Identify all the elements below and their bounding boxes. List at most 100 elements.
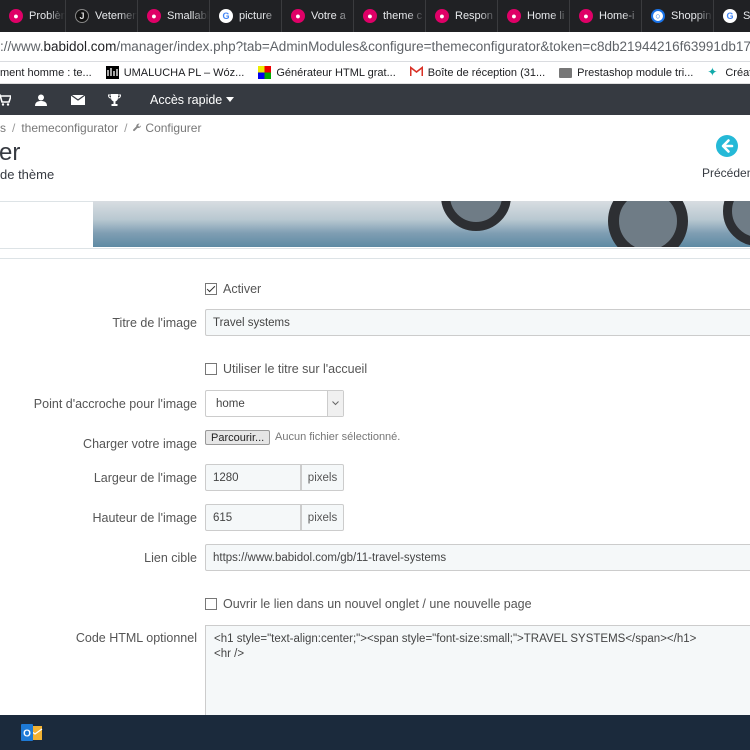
bookmark-item[interactable]: ✦ Création SCI | Lega: [707, 66, 750, 79]
browser-tab[interactable]: ● Votre a: [282, 0, 354, 32]
back-label: Précédent: [702, 166, 750, 180]
browser-tab[interactable]: ● theme c: [354, 0, 426, 32]
prestashop-icon: ●: [435, 9, 449, 23]
arrow-left-circle-icon: [716, 135, 738, 157]
browser-tab-bar: ●ProblèmeJVetements●SmallableGpicture●Vo…: [0, 0, 750, 32]
width-label: Largeur de l'image: [93, 471, 197, 485]
outlook-icon[interactable]: O: [20, 721, 44, 745]
browser-tab[interactable]: Gpicture: [210, 0, 282, 32]
use-title-checkbox-row[interactable]: Utiliser le titre sur l'accueil: [205, 362, 367, 376]
active-checkbox-row[interactable]: Activer: [205, 282, 261, 296]
trophy-icon[interactable]: [107, 93, 122, 106]
browser-tab-title: Problème: [29, 10, 65, 22]
stroller-wheel: [723, 201, 750, 246]
bookmarks-bar: ment homme : te... UMALUCHA PL – Wóz... Gé…: [0, 62, 750, 84]
browser-tab-title: Shoppin: [671, 10, 712, 22]
user-icon[interactable]: [33, 93, 48, 106]
browser-tab[interactable]: ● Home-i: [570, 0, 642, 32]
bookmark-label: ment homme : te...: [0, 66, 92, 79]
prestashop-icon: ●: [147, 9, 161, 23]
wrench-icon: [133, 121, 142, 135]
browser-tab-title: Se: [743, 10, 750, 22]
breadcrumb: s / themeconfigurator / Configurer: [0, 121, 201, 135]
hook-label: Point d'accroche pour l'image: [33, 397, 197, 411]
shopping-icon: ○: [651, 9, 665, 23]
target-link-input[interactable]: https://www.babidol.com/gb/11-travel-sys…: [205, 544, 750, 571]
bookmark-item[interactable]: UMALUCHA PL – Wóz...: [105, 66, 245, 79]
width-input[interactable]: 1280: [205, 464, 301, 491]
breadcrumb-separator: /: [124, 121, 128, 135]
section-divider: [0, 258, 750, 259]
bookmark-label: Prestashop module tri...: [577, 66, 694, 79]
generator-icon: [258, 66, 272, 79]
gmail-icon: [409, 65, 423, 79]
cart-icon[interactable]: [0, 93, 11, 106]
browser-tab[interactable]: J Vetements: [66, 0, 138, 32]
page-subtitle: de thème: [0, 167, 55, 182]
browser-tab-title: Smallable: [167, 10, 209, 22]
active-label: Activer: [223, 282, 262, 296]
address-bar[interactable]: ://www. babidol.com/manager/index.php?tab…: [0, 32, 750, 62]
image-preview: [93, 201, 750, 247]
url-prefix: ://www.: [0, 39, 44, 54]
dark-logo-icon: J: [75, 9, 89, 23]
active-checkbox[interactable]: [205, 283, 217, 295]
quick-access-menu[interactable]: Accès rapide: [150, 92, 235, 107]
use-title-label: Utiliser le titre sur l'accueil: [223, 362, 368, 376]
html-code-label: Code HTML optionnel: [75, 631, 197, 645]
google-icon: G: [723, 9, 737, 23]
breadcrumb-separator: /: [12, 121, 16, 135]
target-link-label: Lien cible: [144, 551, 197, 565]
html-code-textarea[interactable]: <h1 style="text-align:center;"><span sty…: [205, 625, 750, 725]
height-input[interactable]: 615: [205, 504, 301, 531]
new-tab-checkbox-row[interactable]: Ouvrir le lien dans un nouvel onglet / u…: [205, 597, 532, 611]
browse-button[interactable]: Parcourir...: [205, 430, 271, 445]
browser-tab[interactable]: ● Smallable: [138, 0, 210, 32]
browser-tab[interactable]: ● Respon: [426, 0, 498, 32]
page-title: er: [0, 139, 21, 166]
caret-down-icon: [226, 97, 235, 102]
bookmark-item[interactable]: ment homme : te...: [0, 67, 92, 79]
browser-tab-title: Home-i: [599, 10, 635, 22]
svg-text:O: O: [23, 729, 31, 740]
breadcrumb-item[interactable]: themeconfigurator: [21, 121, 118, 135]
bookmark-label: Boîte de réception (31...: [427, 66, 546, 79]
stroller-wheel: [608, 201, 688, 247]
browser-tab[interactable]: ● Home li: [498, 0, 570, 32]
browser-tab[interactable]: G Se: [714, 0, 750, 32]
back-button[interactable]: Précédent: [702, 135, 750, 185]
browser-tab[interactable]: ● Problème: [0, 0, 66, 32]
image-title-label: Titre de l'image: [112, 316, 197, 330]
new-tab-label: Ouvrir le lien dans un nouvel onglet / u…: [223, 597, 532, 611]
bookmark-item[interactable]: Générateur HTML grat...: [258, 66, 396, 79]
breadcrumb-item[interactable]: s: [0, 121, 6, 135]
admin-navbar: Accès rapide: [0, 84, 750, 115]
google-icon: G: [219, 9, 233, 23]
new-tab-checkbox[interactable]: [205, 598, 217, 610]
breadcrumb-current: Configurer: [145, 121, 202, 135]
bookmark-label: UMALUCHA PL – Wóz...: [123, 66, 245, 79]
bookmark-label: Création SCI | Lega: [725, 66, 750, 79]
height-unit: pixels: [301, 504, 344, 531]
image-title-input[interactable]: Travel systems: [205, 309, 750, 336]
browser-tab-title: Home li: [527, 10, 565, 22]
prestashop-icon: ●: [507, 9, 521, 23]
folder-icon: [559, 67, 573, 78]
browser-tab-title: Respon: [455, 10, 493, 22]
browser-tab-title: theme c: [383, 10, 423, 22]
url-domain: babidol.com: [43, 39, 117, 54]
quick-access-label: Accès rapide: [150, 92, 223, 107]
mail-icon[interactable]: [70, 93, 85, 106]
bookmark-item[interactable]: Boîte de réception (31...: [409, 65, 546, 79]
width-unit: pixels: [301, 464, 344, 491]
bookmark-item[interactable]: Prestashop module tri...: [559, 67, 693, 79]
page-header: s / themeconfigurator / Configurer er de th…: [0, 115, 750, 201]
hook-select[interactable]: home: [205, 390, 344, 417]
use-title-checkbox[interactable]: [205, 363, 217, 375]
prestashop-icon: ●: [579, 9, 593, 23]
browser-tab[interactable]: ○ Shoppin: [642, 0, 714, 32]
hook-selected-value: home: [216, 397, 245, 410]
upload-label: Charger votre image: [83, 437, 197, 451]
stroller-wheel: [441, 201, 511, 231]
file-status: Aucun fichier sélectionné.: [275, 431, 401, 443]
